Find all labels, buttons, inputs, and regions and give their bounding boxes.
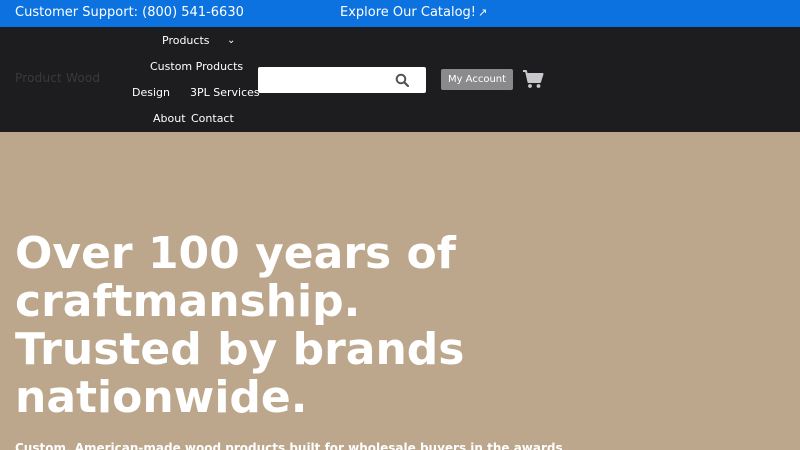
search-input[interactable] xyxy=(258,67,388,93)
my-account-button[interactable]: My Account xyxy=(441,69,513,90)
external-link-icon: ↗ xyxy=(478,6,488,19)
hero-title-line: Over 100 years of xyxy=(15,228,456,279)
nav-about[interactable]: About xyxy=(153,112,186,125)
top-announcement-bar: Customer Support: (800) 541-6630 Explore… xyxy=(0,0,800,27)
cart-icon[interactable] xyxy=(522,69,544,89)
explore-catalog-label: Explore Our Catalog! xyxy=(340,5,476,20)
customer-support-link[interactable]: Customer Support: (800) 541-6630 xyxy=(15,5,244,20)
nav-products[interactable]: Products xyxy=(162,34,210,47)
nav-contact[interactable]: Contact xyxy=(191,112,234,125)
nav-design[interactable]: Design xyxy=(132,86,170,99)
site-header: Product Wood Products ⌄ Custom Products … xyxy=(0,27,800,132)
hero-title-line: Trusted by brands xyxy=(15,324,465,375)
hero-title-line: nationwide. xyxy=(15,372,308,423)
site-logo[interactable]: Product Wood xyxy=(15,71,100,85)
hero-title: Over 100 years of craftmanship. Trusted … xyxy=(15,230,535,422)
hero-subtitle: Custom, American-made wood products buil… xyxy=(15,441,563,450)
nav-custom-products[interactable]: Custom Products xyxy=(150,60,243,73)
explore-catalog-link[interactable]: Explore Our Catalog! ↗ xyxy=(340,5,487,20)
nav-3pl-services[interactable]: 3PL Services xyxy=(190,86,260,99)
search-box xyxy=(258,67,426,93)
search-icon[interactable] xyxy=(395,73,409,87)
chevron-down-icon[interactable]: ⌄ xyxy=(227,35,235,46)
hero-title-line: craftmanship. xyxy=(15,276,361,327)
